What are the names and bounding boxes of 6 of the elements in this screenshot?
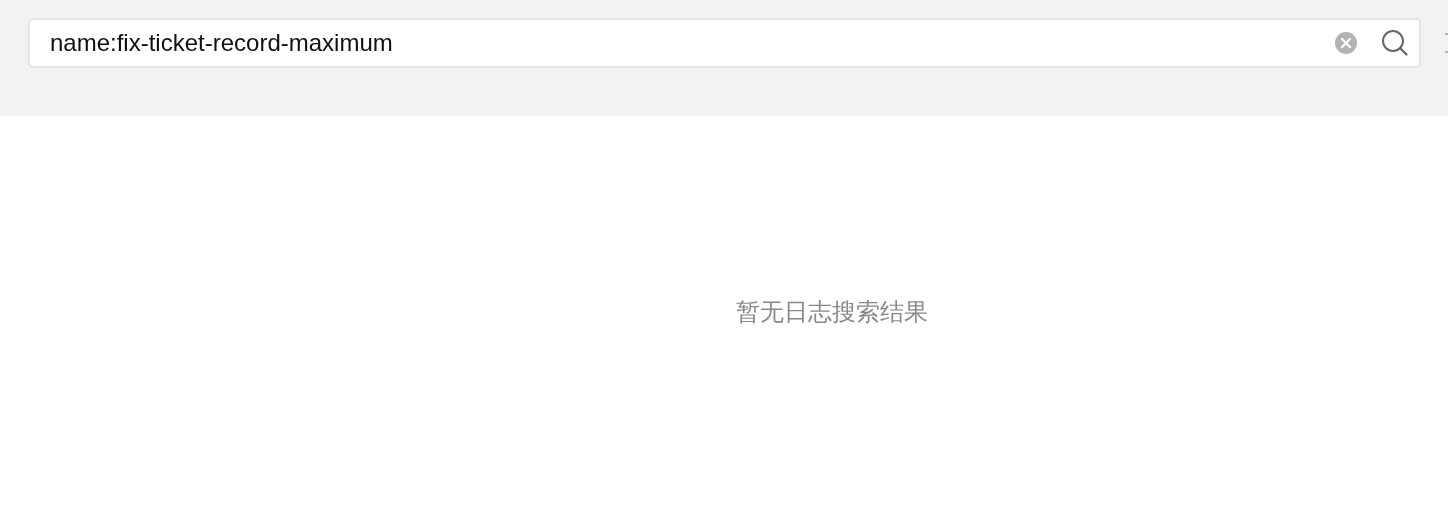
- search-button[interactable]: [1381, 29, 1409, 57]
- empty-message: 暂无日志搜索结果: [736, 297, 928, 327]
- search-icon: [1381, 29, 1409, 57]
- clear-icon: [1335, 32, 1357, 54]
- search-field[interactable]: name:fix-ticket-record-maximum: [28, 18, 1421, 68]
- clear-button[interactable]: [1335, 32, 1357, 54]
